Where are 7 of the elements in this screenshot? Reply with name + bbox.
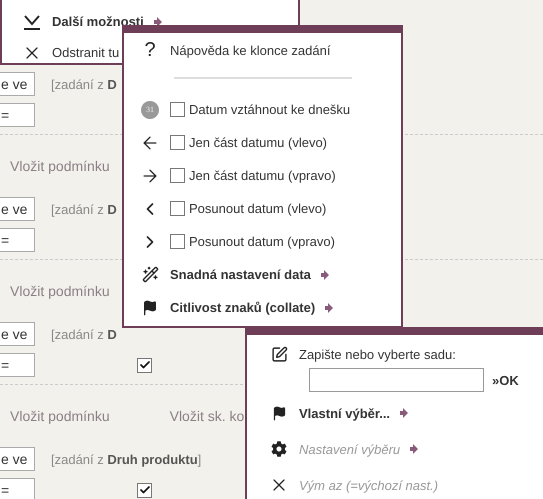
source-label: [zadání z Druh produktu] [51,452,202,466]
source-label: [zadání z D [51,326,117,342]
source-label: [zadání z D [51,76,117,92]
calendar-icon: 31 [141,100,159,118]
source-label: [zadání z D [51,202,117,216]
set-prompt: Zapište nebo vyberte sadu: [299,346,456,362]
help-icon: ? [140,38,160,62]
